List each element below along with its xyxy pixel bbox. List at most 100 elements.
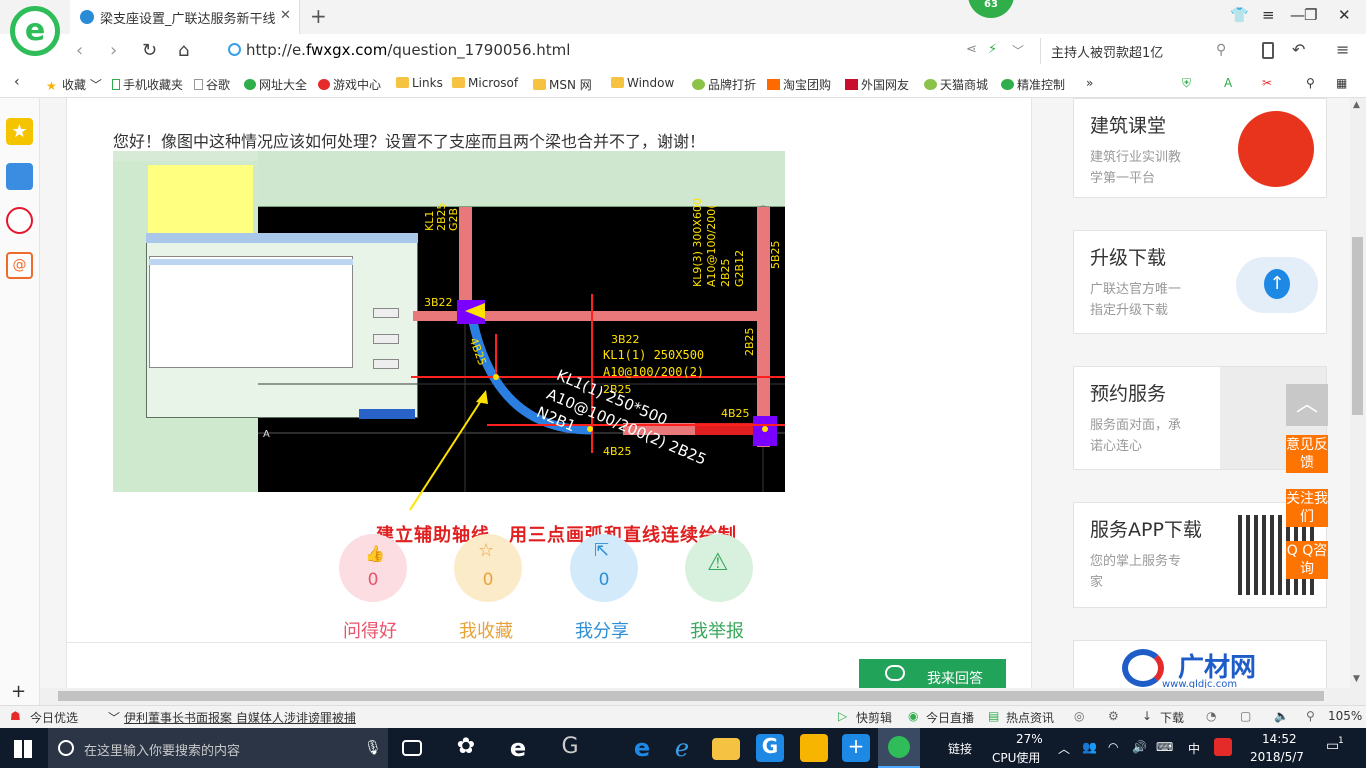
weibo-icon[interactable] [6,207,33,234]
file-explorer-icon[interactable] [712,738,740,760]
search-box[interactable]: 主持人被罚款超1亿 [1040,38,1240,64]
glodon-icon[interactable]: G [756,734,784,762]
scroll-up-icon[interactable]: ▲ [1353,100,1360,110]
settings-icon[interactable]: ⚙ [1108,709,1119,723]
report-label[interactable]: 我举报 [690,617,744,643]
reload-button[interactable]: ↻ [142,40,157,61]
tab-close-icon[interactable]: ✕ [280,8,291,23]
speedometer-icon[interactable]: ◔ [1206,709,1216,723]
keyboard-icon[interactable]: ⌨ [1156,740,1173,754]
wifi-icon[interactable]: ◠ [1108,740,1118,754]
search-icon[interactable]: ⚲ [1306,76,1315,90]
status-news-link[interactable]: 伊利董事长书面报案 自媒体人涉诽谤罪被捕 [124,709,356,726]
add-sidebar-icon[interactable]: + [11,681,26,702]
tab-active[interactable]: 梁支座设置_广联达服务新干线 ✕ [70,0,300,34]
app-g-icon[interactable]: G [556,734,584,762]
ie-icon[interactable]: ℯ [668,734,696,762]
card-upgrade[interactable]: 升级下载 广联达官方唯一 指定升级下载 ↑ [1073,230,1327,334]
favorite-label[interactable]: 我收藏 [459,617,513,643]
menu-icon[interactable]: ≡ [1262,6,1275,24]
bookmark-hao[interactable]: 网址大全 [244,76,307,93]
star-icon[interactable]: ★ [6,118,33,145]
translate-icon[interactable]: A [1224,76,1232,90]
notes-icon[interactable] [800,734,828,762]
scissors-icon[interactable]: ✂ [1262,76,1272,90]
speed-icon[interactable]: ◎ [1074,709,1084,723]
search-icon[interactable]: ⚲ [1216,42,1226,58]
bookmark-msn[interactable]: MSN 网 [533,76,592,93]
maximize-button[interactable]: ❐ [1304,6,1317,24]
status-zoom[interactable]: 105% [1328,709,1362,723]
lightning-icon[interactable]: ⚡ [988,42,997,57]
bookmark-foreign[interactable]: 外国网友 [845,76,909,93]
bookmark-favorites[interactable]: ★ 收藏 ﹀ [46,76,102,93]
share-button[interactable]: ⇱ 0 [570,534,638,602]
card-course[interactable]: 建筑课堂 建筑行业实训教 学第一平台 [1073,98,1327,198]
bookmark-precise[interactable]: 精准控制 [1001,76,1065,93]
add-app-icon[interactable]: + [842,734,870,762]
tray-expand-icon[interactable]: ︿ [1058,740,1070,757]
microphone-icon[interactable]: 🎙 [364,740,382,756]
bookmark-windows[interactable]: Window [611,76,674,90]
sogou-icon[interactable] [1214,738,1232,756]
zoom-icon[interactable]: ⚲ [1306,709,1315,723]
ime-indicator[interactable]: 中 [1188,740,1200,757]
chevron-down-icon[interactable]: ﹀ [108,709,120,726]
follow-us-button[interactable]: 关注我们 [1286,489,1328,527]
edge-icon[interactable]: e [504,734,532,762]
bookmark-microsoft[interactable]: Microsof [452,76,518,90]
new-tab-button[interactable]: + [310,4,327,28]
close-window-button[interactable]: ✕ [1338,6,1351,24]
back-button[interactable]: ‹ [76,40,83,61]
list-icon[interactable] [6,163,33,190]
bookmark-collapse-icon[interactable]: ‹ [14,74,20,90]
volume-icon[interactable]: 🔊 [1132,740,1147,754]
sound-icon[interactable]: 🔈 [1274,709,1289,723]
bookmark-links[interactable]: Links [396,76,443,90]
chevron-down-icon[interactable]: ﹀ [1012,42,1024,59]
undo-icon[interactable]: ↶ [1292,40,1305,59]
people-icon[interactable]: 👥 [1082,740,1097,754]
clock-date[interactable]: 2018/5/7 [1250,750,1304,764]
clock-time[interactable]: 14:52 [1262,732,1297,746]
url-input[interactable]: http://e.fwxgx.com/question_1790056.html [246,41,570,59]
status-hot[interactable]: 热点资讯 [1006,709,1054,726]
taskbar-360-active[interactable] [878,728,920,768]
home-button[interactable]: ⌂ [178,40,189,61]
favorite-button[interactable]: ☆ 0 [454,534,522,602]
grid-icon[interactable]: ▦ [1336,76,1347,90]
fan-app-icon[interactable]: ✿ [452,734,480,762]
like-button[interactable]: 👍 0 [339,534,407,602]
task-view-icon[interactable] [402,740,422,756]
bookmark-mobile[interactable]: 手机收藏夹 [112,76,183,93]
like-label[interactable]: 问得好 [343,617,397,643]
bookmark-taobao[interactable]: 淘宝团购 [767,76,831,93]
share-label[interactable]: 我分享 [575,617,629,643]
horizontal-scroll-thumb[interactable] [58,691,1324,701]
bookmark-brand[interactable]: 品牌打折 [692,76,756,93]
card-brand[interactable]: 广材网 www.gldjc.com [1073,640,1327,690]
shirt-icon[interactable]: 👕 [1230,6,1249,24]
phone-icon[interactable] [1262,42,1274,59]
menu-icon[interactable]: ≡ [1336,40,1349,59]
report-button[interactable]: ⚠ [685,534,753,602]
windows-start-icon[interactable] [14,740,32,758]
feedback-button[interactable]: 意见反馈 [1286,435,1328,473]
mail-icon[interactable]: @ [6,252,33,279]
forward-button[interactable]: › [110,40,117,61]
scroll-down-icon[interactable]: ▼ [1353,674,1360,684]
share-icon[interactable]: ⋖ [966,42,977,57]
status-today[interactable]: 今日优选 [30,709,78,726]
qq-consult-button[interactable]: Q Q咨询 [1286,541,1328,579]
answer-button[interactable]: 我来回答 [859,659,1006,689]
edge-blue-icon[interactable]: e [628,734,656,762]
back-to-top-button[interactable]: ︿ [1286,384,1328,426]
taskbar-search[interactable]: 在这里输入你要搜索的内容 🎙 [48,728,388,768]
bookmarks-more-icon[interactable]: » [1086,76,1093,90]
shield-icon[interactable]: ⛨ [1182,76,1191,91]
bookmark-games[interactable]: 游戏中心 [318,76,381,93]
status-kuaijian[interactable]: 快剪辑 [856,709,892,726]
bookmark-google[interactable]: 谷歌 [194,76,230,93]
minimize-button[interactable]: — [1290,6,1305,24]
bookmark-tmall[interactable]: 天猫商城 [924,76,988,93]
